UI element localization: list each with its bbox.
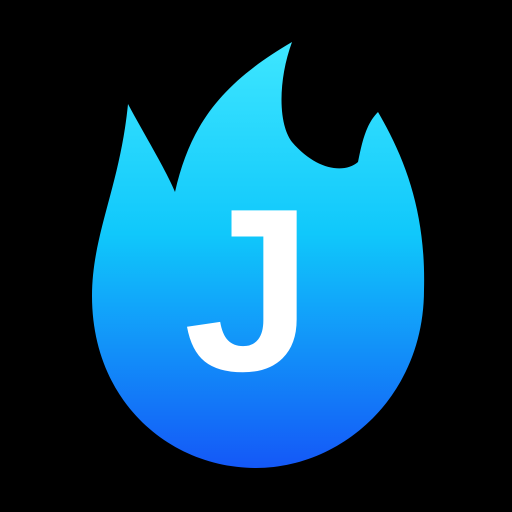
app-icon-canvas: J <box>0 0 512 512</box>
letter-j: J <box>183 161 312 420</box>
flame-icon: J <box>0 0 512 512</box>
